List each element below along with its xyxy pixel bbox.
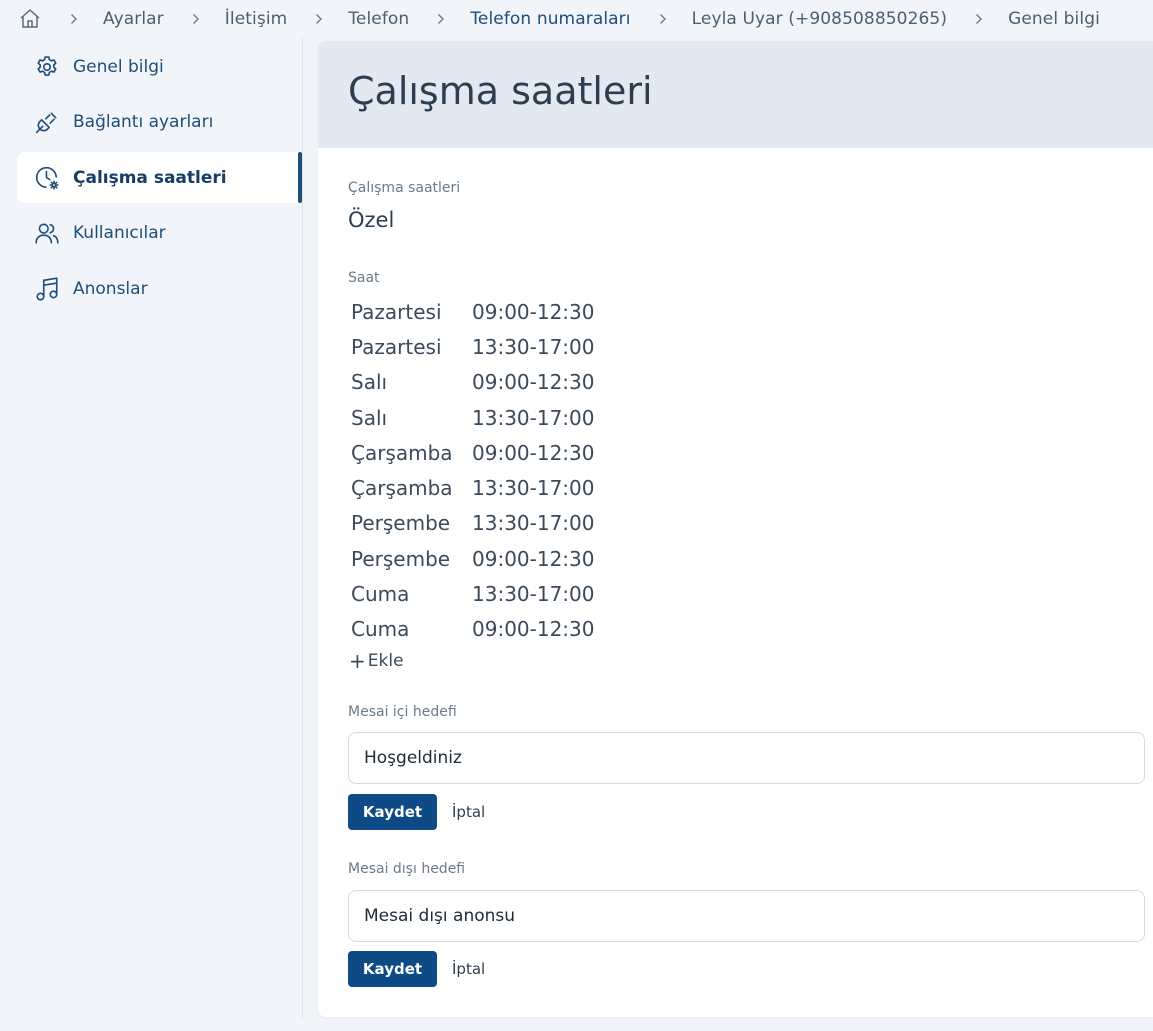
hours-day: Salı (351, 370, 388, 395)
breadcrumb-item-phone-number[interactable]: Leyla Uyar (+908508850265) (692, 9, 947, 29)
table-row: Cuma 13:30-17:00 (348, 576, 598, 611)
hours-time: 13:30-17:00 (472, 405, 595, 430)
breadcrumb-item-telefon[interactable]: Telefon (348, 9, 409, 29)
chevron-right-icon (657, 13, 669, 25)
working-hours-value: Özel (348, 208, 395, 232)
plus-icon: + (349, 649, 366, 673)
chevron-right-icon (68, 13, 80, 25)
hours-day: Cuma (351, 582, 410, 607)
hours-time: 13:30-17:00 (472, 476, 595, 501)
music-note-icon (34, 276, 60, 302)
table-row: Cuma 09:00-12:30 (348, 612, 598, 647)
hours-day: Perşembe (351, 511, 451, 536)
chevron-right-icon (313, 13, 325, 25)
sidebar-item-label: Anonslar (73, 278, 148, 299)
table-row: Pazartesi 09:00-12:30 (348, 294, 598, 329)
breadcrumb: Ayarlar İletişim Telefon Telefon numaral… (0, 0, 1153, 38)
hours-day: Çarşamba (351, 476, 453, 501)
sidebar-item-kullanicilar[interactable]: Kullanıcılar (17, 207, 302, 258)
chevron-right-icon (973, 13, 985, 25)
table-row: Salı 13:30-17:00 (348, 400, 598, 435)
chevron-right-icon (190, 13, 202, 25)
app-root: Ayarlar İletişim Telefon Telefon numaral… (0, 0, 1153, 1031)
clock-gear-icon (34, 165, 60, 191)
table-row: Perşembe 09:00-12:30 (348, 541, 598, 576)
hours-time: 09:00-12:30 (472, 440, 595, 465)
hours-time: 13:30-17:00 (472, 334, 595, 359)
breadcrumb-item-ayarlar[interactable]: Ayarlar (103, 9, 164, 29)
sidebar-item-genel-bilgi[interactable]: Genel bilgi (17, 41, 302, 92)
home-icon[interactable] (18, 7, 42, 31)
table-row: Çarşamba 09:00-12:30 (348, 435, 598, 470)
hours-day: Salı (351, 405, 388, 430)
sidebar-item-label: Bağlantı ayarları (73, 111, 214, 132)
out-hours-target-input[interactable] (348, 890, 1145, 942)
hours-time: 09:00-12:30 (472, 370, 595, 395)
in-hours-cancel-button[interactable]: İptal (452, 794, 485, 830)
hours-table: Pazartesi 09:00-12:30 Pazartesi 13:30-17… (348, 294, 598, 647)
add-hours-label: Ekle (367, 651, 404, 671)
sidebar-item-label: Genel bilgi (73, 56, 164, 77)
hours-time: 09:00-12:30 (472, 546, 595, 571)
sidebar-item-calisma-saatleri[interactable]: Çalışma saatleri (17, 152, 302, 203)
hours-time: 13:30-17:00 (472, 582, 595, 607)
working-hours-label: Çalışma saatleri (348, 180, 461, 196)
out-hours-cancel-button[interactable]: İptal (452, 951, 485, 987)
breadcrumb-item-iletisim[interactable]: İletişim (225, 9, 288, 29)
main-panel: Çalışma saatleri Çalışma saatleri Özel S… (318, 41, 1153, 1017)
sidebar-item-baglanti-ayarlari[interactable]: Bağlantı ayarları (17, 96, 302, 147)
hours-day: Perşembe (351, 546, 451, 571)
hours-time: 09:00-12:30 (472, 617, 595, 642)
hours-time: 13:30-17:00 (472, 511, 595, 536)
panel-header: Çalışma saatleri (318, 41, 1153, 148)
table-row: Salı 09:00-12:30 (348, 365, 598, 400)
users-icon (34, 220, 60, 246)
hours-day: Pazartesi (351, 334, 442, 359)
plug-icon (34, 109, 60, 135)
out-hours-target-label: Mesai dışı hedefi (348, 861, 466, 877)
hours-day: Pazartesi (351, 299, 442, 324)
breadcrumb-item-telefon-numaralari[interactable]: Telefon numaraları (470, 9, 630, 29)
add-hours-button[interactable]: + Ekle (349, 649, 404, 673)
page-title: Çalışma saatleri (348, 69, 653, 113)
table-row: Pazartesi 13:30-17:00 (348, 329, 598, 364)
table-row: Perşembe 13:30-17:00 (348, 506, 598, 541)
hours-day: Çarşamba (351, 440, 453, 465)
hours-label: Saat (348, 270, 380, 286)
in-hours-save-button[interactable]: Kaydet (348, 794, 437, 830)
breadcrumb-item-genel-bilgi: Genel bilgi (1008, 9, 1100, 29)
sidebar-item-label: Çalışma saatleri (73, 167, 227, 188)
out-hours-save-button[interactable]: Kaydet (348, 951, 437, 987)
sidebar-item-anonslar[interactable]: Anonslar (17, 263, 302, 314)
hours-day: Cuma (351, 617, 410, 642)
table-row: Çarşamba 13:30-17:00 (348, 470, 598, 505)
in-hours-target-input[interactable] (348, 732, 1145, 784)
sidebar: Genel bilgi Bağlantı ayarları Çalışma sa… (0, 38, 303, 1018)
hours-time: 09:00-12:30 (472, 299, 595, 324)
chevron-right-icon (435, 13, 447, 25)
gear-icon (34, 54, 60, 80)
in-hours-target-label: Mesai içi hedefi (348, 704, 457, 720)
sidebar-item-label: Kullanıcılar (73, 222, 166, 243)
